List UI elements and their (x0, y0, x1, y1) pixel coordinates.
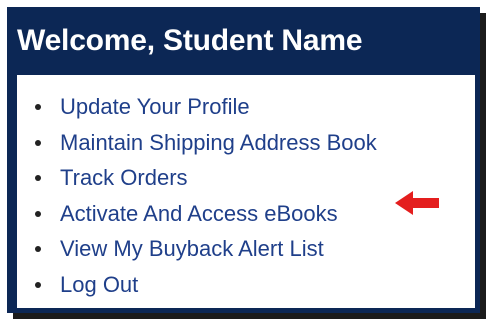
panel-title: Welcome, Student Name (17, 24, 363, 57)
bullet-icon (35, 210, 41, 217)
menu-item-log-out: Log Out (35, 267, 377, 303)
buyback-alert-list-link[interactable]: View My Buyback Alert List (60, 236, 324, 261)
account-welcome-panel: Welcome, Student Name Update Your Profil… (7, 7, 480, 313)
left-arrow-icon (395, 191, 439, 215)
bullet-icon (35, 246, 41, 252)
bullet-icon (35, 139, 41, 146)
account-menu: Update Your Profile Maintain Shipping Ad… (35, 89, 377, 303)
menu-item-activate-ebooks: Activate And Access eBooks (35, 196, 377, 232)
update-profile-link[interactable]: Update Your Profile (60, 94, 250, 119)
menu-item-buyback-alert-list: View My Buyback Alert List (35, 231, 377, 267)
activate-ebooks-link[interactable]: Activate And Access eBooks (60, 201, 338, 226)
bullet-icon (35, 281, 41, 288)
menu-item-track-orders: Track Orders (35, 160, 377, 196)
menu-item-update-profile: Update Your Profile (35, 89, 377, 125)
log-out-link[interactable]: Log Out (60, 272, 138, 297)
shipping-address-book-link[interactable]: Maintain Shipping Address Book (60, 130, 377, 155)
bullet-icon (35, 175, 41, 181)
bullet-icon (35, 104, 41, 110)
menu-item-shipping-address-book: Maintain Shipping Address Book (35, 125, 377, 161)
track-orders-link[interactable]: Track Orders (60, 165, 188, 190)
